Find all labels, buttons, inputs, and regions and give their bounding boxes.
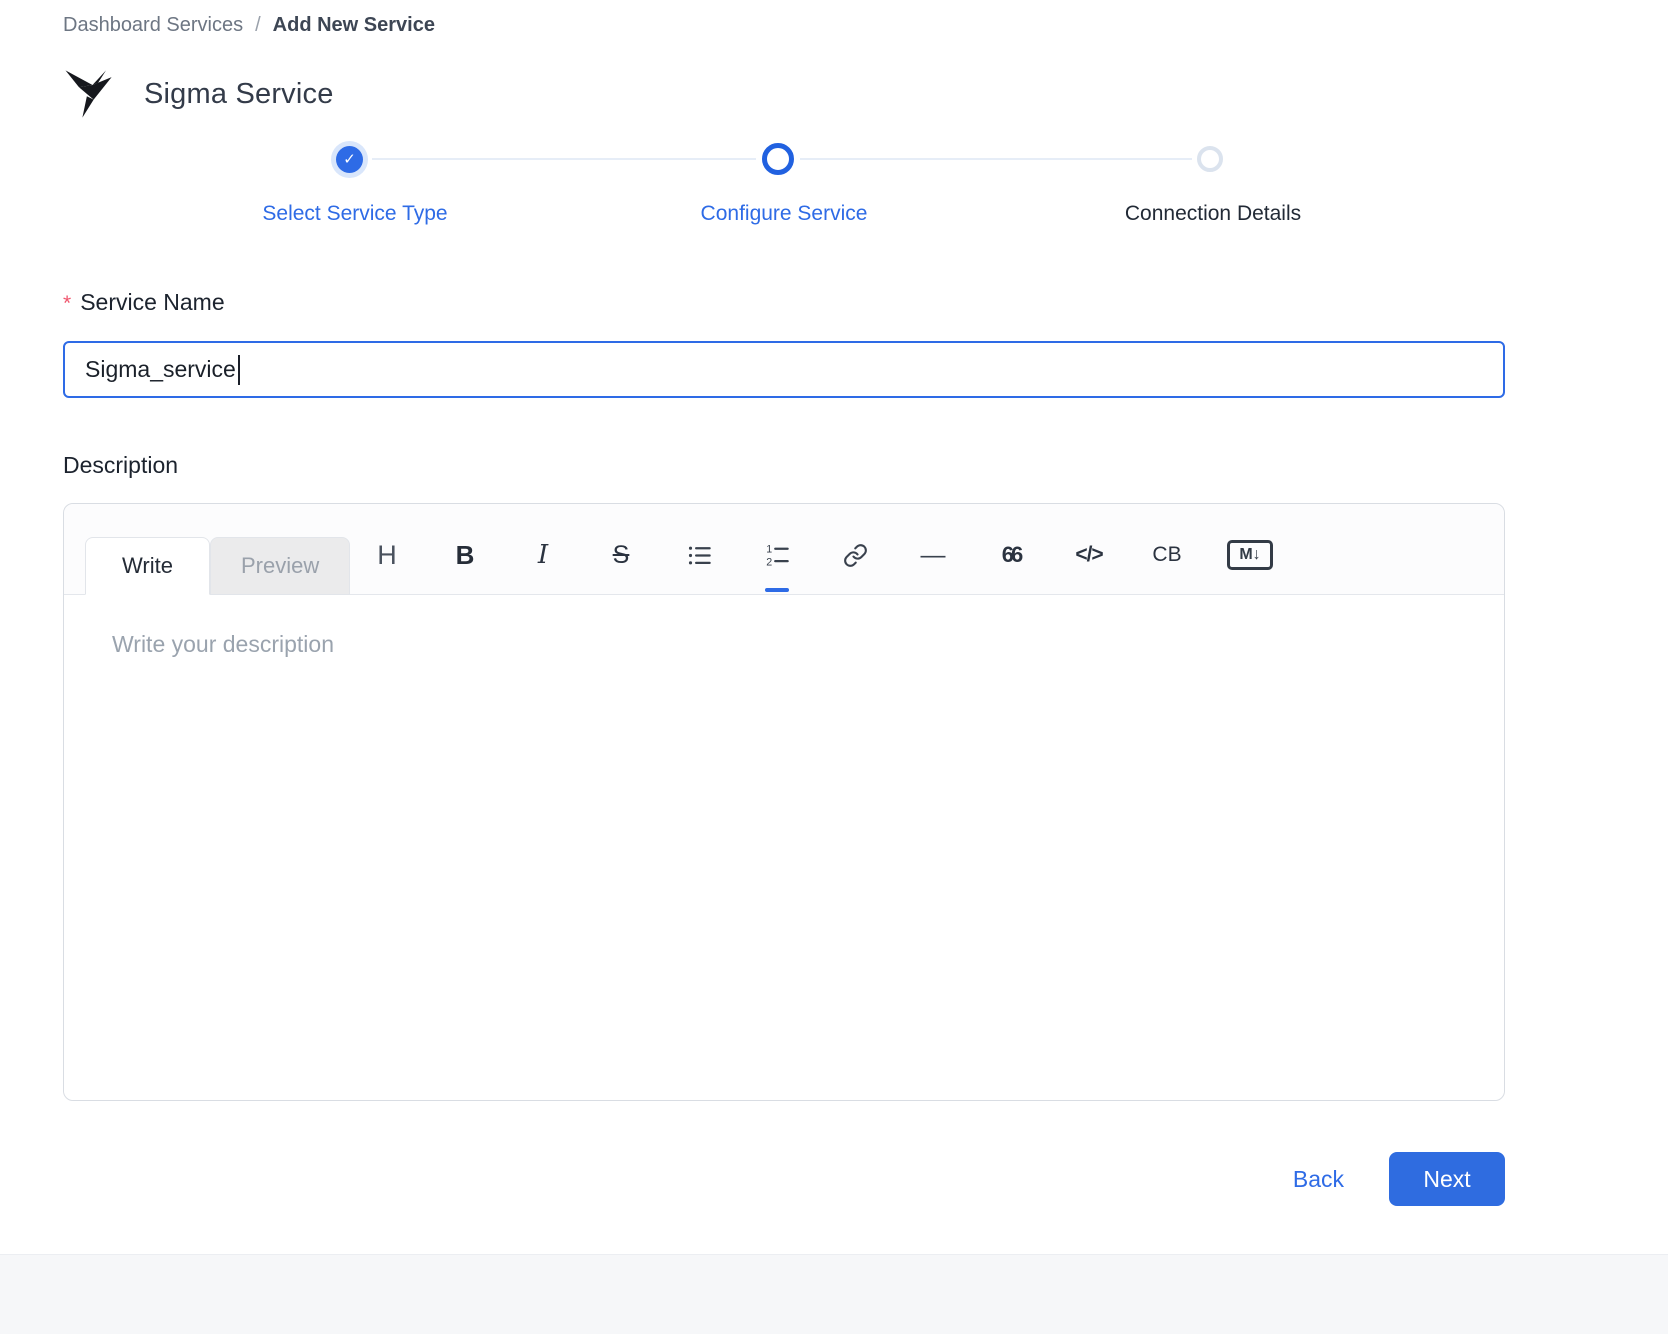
code-icon[interactable]: </> [1071,538,1107,572]
step-2-indicator [762,143,794,175]
breadcrumb: Dashboard Services / Add New Service [63,14,435,37]
tab-preview[interactable]: Preview [210,537,350,595]
form-actions: Back Next [1293,1152,1505,1206]
svg-text:1: 1 [766,543,772,555]
bulleted-list-icon[interactable] [681,538,717,572]
numbered-list-active-indicator [765,588,789,592]
service-name-label: * Service Name [63,289,225,316]
breadcrumb-item-dashboard-services[interactable]: Dashboard Services [63,14,243,37]
svg-text:2: 2 [766,556,772,568]
back-button[interactable]: Back [1293,1166,1344,1193]
service-name-value: Sigma_service [85,356,236,383]
page-title: Sigma Service [144,78,334,111]
page-footer-strip [0,1254,1668,1334]
step-1-indicator: ✓ [336,146,363,173]
stepper-connector-2 [800,158,1192,160]
numbered-list-icon[interactable]: 1 2 [759,538,795,572]
editor-toolbar: Write Preview H B I S [64,504,1504,595]
add-new-service-page: Dashboard Services / Add New Service Sig… [0,0,1668,1334]
step-3-indicator [1197,146,1223,172]
strikethrough-icon[interactable]: S [603,538,639,572]
breadcrumb-item-add-new-service: Add New Service [273,14,435,37]
editor-tools: H B I S [369,538,1273,572]
step-3-label: Connection Details [1125,202,1301,226]
text-caret [238,355,240,385]
bold-icon[interactable]: B [447,538,483,572]
description-editor: Write Preview H B I S [63,503,1505,1101]
page-header: Sigma Service [60,66,334,122]
next-button[interactable]: Next [1389,1152,1505,1206]
heading-icon[interactable]: H [369,538,405,572]
markdown-icon[interactable]: M↓ [1227,540,1273,570]
code-block-icon[interactable]: CB [1149,538,1185,572]
italic-icon[interactable]: I [525,538,561,572]
required-marker: * [63,292,71,315]
quote-icon[interactable]: 66 [993,538,1029,572]
service-name-input[interactable]: Sigma_service [63,341,1505,398]
description-label: Description [63,452,178,479]
stepper-connector-1 [372,158,756,160]
horizontal-rule-icon[interactable]: — [915,538,951,572]
editor-tabs: Write Preview [85,537,350,595]
breadcrumb-separator: / [255,14,261,37]
tab-write[interactable]: Write [85,537,210,595]
sigma-bird-logo-icon [60,66,116,122]
step-2-label: Configure Service [701,202,868,226]
description-textarea[interactable] [64,595,1504,1100]
step-1-label: Select Service Type [262,202,447,226]
service-name-label-text: Service Name [80,289,224,315]
link-icon[interactable] [837,538,873,572]
check-icon: ✓ [343,152,356,167]
